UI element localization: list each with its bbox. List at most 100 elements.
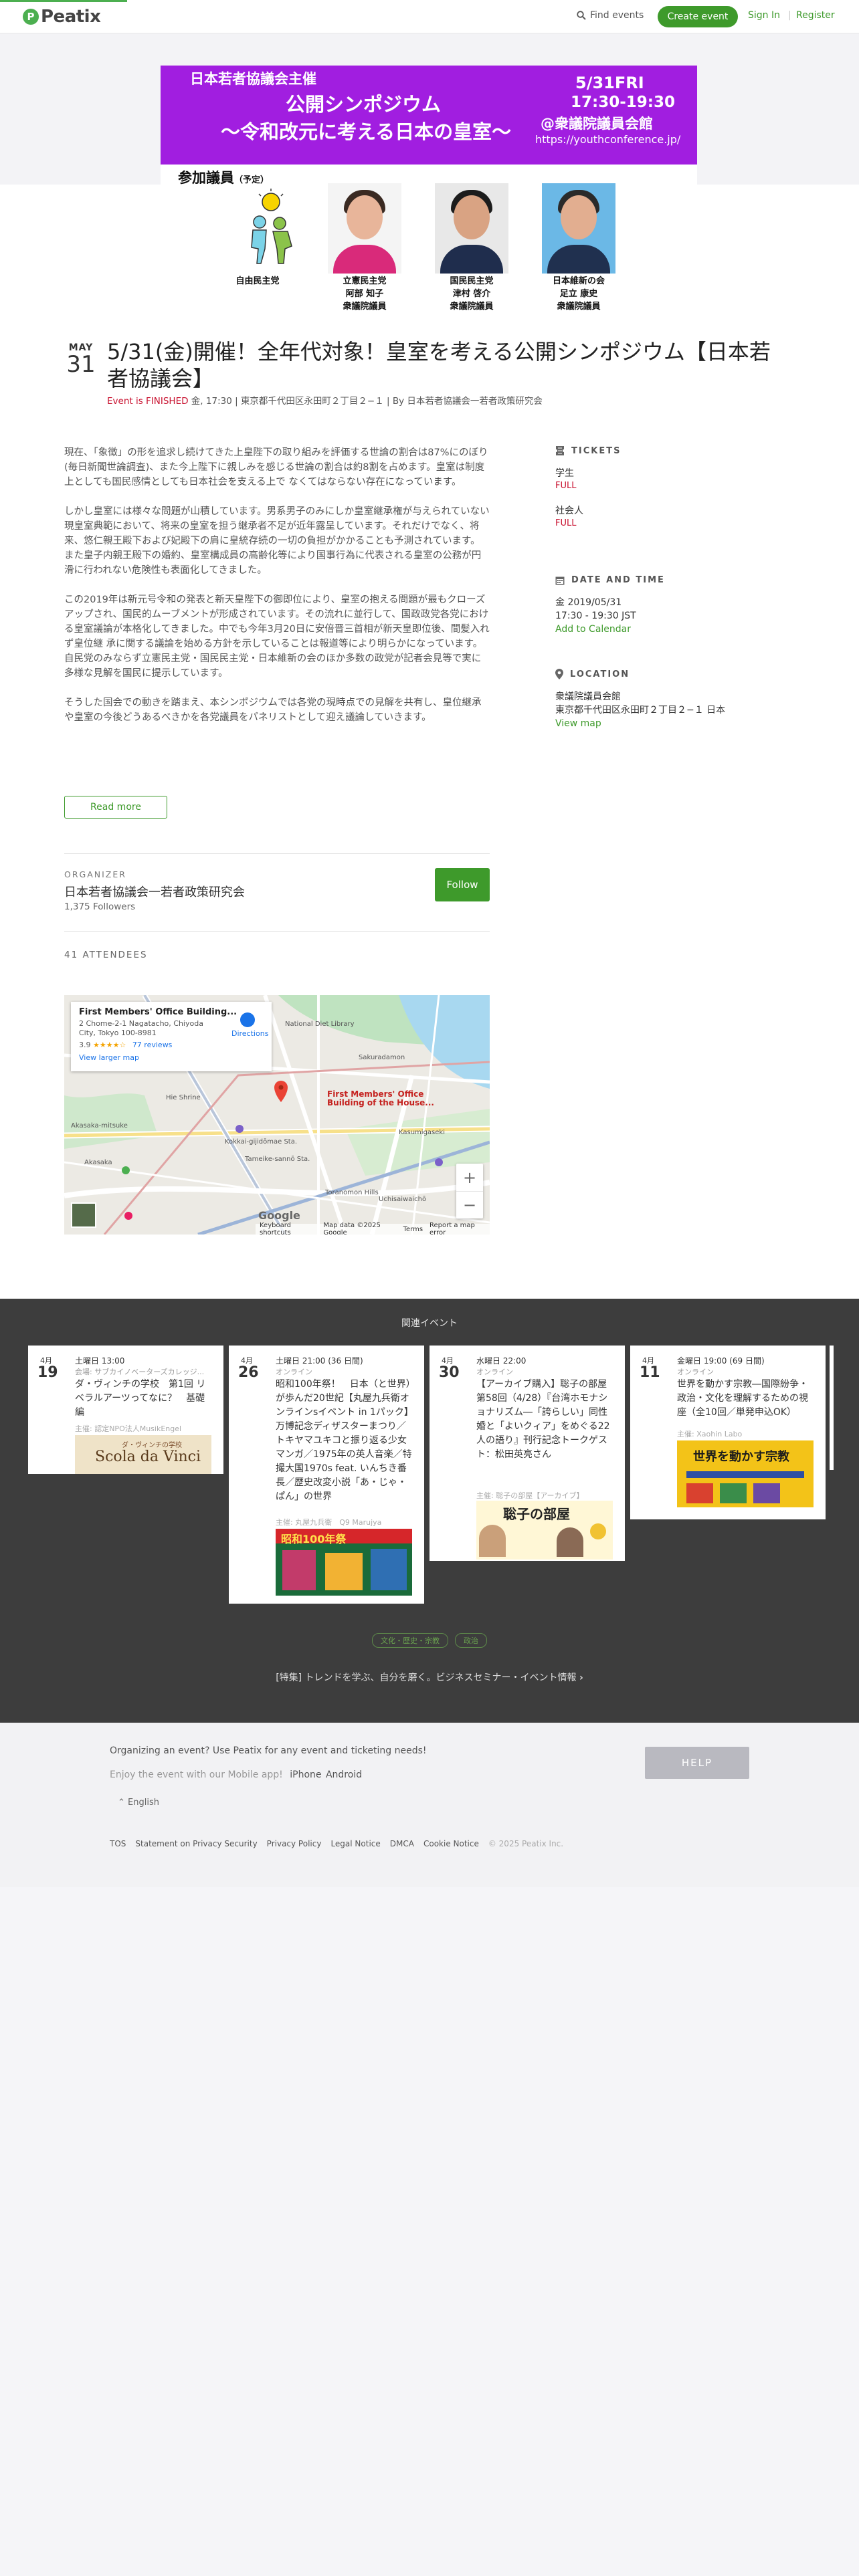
footer-link-tos[interactable]: TOS [110,1839,126,1848]
location-heading: LOCATION [555,669,776,679]
chevron-right-icon: › [579,1673,583,1683]
report-map-error-link[interactable]: Report a map error [430,1222,486,1235]
read-more-button[interactable]: Read more [64,796,167,819]
pin-label-line2: Building of the House... [327,1098,434,1107]
related-events-heading: 関連イベント [401,1318,458,1329]
member-party: 国民民主党 [450,276,494,286]
footer-link-legal-notice[interactable]: Legal Notice [330,1839,380,1848]
related-event-card[interactable]: 4月 19 土曜日 13:00 会場: サブカイノベーターズカレッジ... ダ・… [28,1346,223,1474]
map-place-card: First Members' Office Building... 2 Chom… [71,1002,272,1071]
directions-icon [240,1012,255,1027]
keyboard-shortcuts-link[interactable]: Keyboard shortcuts [260,1222,316,1235]
map-place-label: Kokkai-gijidōmae Sta. [225,1138,298,1146]
member-photo [435,183,508,274]
find-events-label: Find events [590,10,644,21]
card-title: 世界を動かす宗教―国際紛争・政治・文化を理解するための視座（全10回／単発申込O… [677,1379,808,1418]
follow-button[interactable]: Follow [435,868,490,901]
iphone-app-link[interactable]: iPhone [290,1769,321,1780]
card-day: 26 [238,1364,259,1381]
banner-title-line2: ～令和改元に考える日本の皇室～ [221,120,512,143]
map-place-label: Sakuradamon [359,1054,405,1061]
next-card-edge [830,1346,834,1470]
sign-in-link[interactable]: Sign In [748,10,780,21]
ticket-item: 社会人 FULL [555,504,776,530]
map-satellite-toggle[interactable] [71,1202,96,1228]
map-place-label: Hie Shrine [166,1094,201,1101]
view-map-link[interactable]: View map [555,717,776,730]
map-place-label: Kasumigaseki [399,1129,445,1136]
event-banner-image: 日本若者協議会主催 公開シンポジウム ～令和改元に考える日本の皇室～ 5/31F… [161,66,697,326]
ticket-name: 学生 [555,468,574,479]
peatix-logo-icon: P [23,9,39,25]
description-paragraph: しかし皇室には様々な問題が山積しています。男系男子のみにしか皇室継承権が与えられ… [64,506,490,576]
location-section: LOCATION 衆議院議員会館 東京都千代田区永田町２丁目２−１ 日本 Vie… [555,669,776,730]
zoom-in-button[interactable]: + [456,1164,483,1191]
thumbnail-title: 聡子の部屋 [503,1506,570,1522]
description-paragraph: この2019年は新元号令和の発表と新天皇陛下の御即位により、皇室の抱える問題が最… [64,595,490,679]
card-thumbnail: 聡子の部屋 [476,1501,613,1560]
category-tag[interactable]: 文化・歴史・宗教 [372,1633,448,1648]
related-event-card[interactable]: 4月 26 土曜日 21:00 (36 日間) オンライン 昭和100年祭！ 日… [229,1346,424,1604]
thumbnail-title: 世界を動かす宗教 [693,1450,789,1464]
copyright: © 2025 Peatix Inc. [488,1839,564,1848]
footer-link-privacy-policy[interactable]: Privacy Policy [267,1839,322,1848]
banner-organizer: 日本若者協議会主催 [190,71,316,87]
tickets-heading-label: TICKETS [571,445,622,456]
event-finished-status: Event is FINISHED [107,396,189,407]
date-time-heading: DATE AND TIME [555,575,776,585]
card-title: 昭和100年祭！ 日本（と世界）が歩んだ20世紀【丸屋九兵衛オンラインsイベント… [276,1379,413,1502]
card-time: 土曜日 13:00 [75,1356,125,1366]
zoom-out-button[interactable]: − [456,1191,483,1218]
card-thumbnail: 昭和100年祭 [276,1529,412,1596]
category-tag[interactable]: 政治 [455,1633,487,1648]
card-title: 【アーカイブ購入】聡子の部屋第58回（4/28）『台湾ホモナショナリズム―「誇ら… [476,1379,610,1460]
directions-label: Directions [231,1029,269,1038]
help-button[interactable]: HELP [645,1747,749,1779]
rating-value: 3.9 [79,1041,91,1049]
banner-header: 日本若者協議会主催 公開シンポジウム ～令和改元に考える日本の皇室～ 5/31F… [161,66,697,165]
reviews-link[interactable]: 77 reviews [132,1041,173,1049]
card-day: 19 [37,1364,58,1381]
member-ldp: 自由民主党 [207,183,308,288]
footer-link-cookie-notice[interactable]: Cookie Notice [423,1839,479,1848]
mobile-app-text: Enjoy the event with our Mobile app! [110,1769,283,1780]
location-address: 東京都千代田区永田町２丁目２−１ 日本 [555,705,726,716]
find-events-link[interactable]: Find events [577,10,644,21]
description-fade [64,742,490,780]
register-link[interactable]: Register [796,10,835,21]
banner-url: https://youthconference.jp/ [535,133,681,146]
description-paragraph: 現在、「象徴」の形を追求し続けてきた上皇陛下の取り組みを評価する世論の割合は87… [64,447,488,488]
event-date: 金 2019/05/31 [555,597,622,608]
card-day: 30 [439,1364,460,1381]
language-selector[interactable]: ⌃ English [118,1798,159,1808]
card-time: 金曜日 19:00 (69 日間) [677,1356,765,1366]
peatix-logo[interactable]: P Peatix [23,7,101,27]
footer-link-privacy-security[interactable]: Statement on Privacy Security [135,1839,257,1848]
lightbulb-people-illustration [251,189,292,264]
attendees-count[interactable]: 41 ATTENDEES [64,950,148,960]
organizer-promo[interactable]: Organizing an event? Use Peatix for any … [110,1745,427,1756]
event-meta-text: 金, 17:30 | 東京都千代田区永田町２丁目２−１ | By 日本若者協議会… [188,396,543,407]
member-photo [328,183,401,274]
directions-button[interactable]: Directions [231,1012,268,1038]
card-location: 会場: サブカイノベーターズカレッジ... [75,1368,205,1376]
related-event-card[interactable]: 4月 11 金曜日 19:00 (69 日間) オンライン 世界を動かす宗教―国… [630,1346,826,1519]
feature-link-label: [特集] トレンドを学ぶ、自分を磨く。ビジネスセミナー・イベント情報 [276,1673,577,1683]
feature-link[interactable]: [特集] トレンドを学ぶ、自分を磨く。ビジネスセミナー・イベント情報 › [0,1671,859,1684]
location-map[interactable]: National Diet Library Kasumigaseki Akasa… [64,995,490,1235]
organizer-name[interactable]: 日本若者協議会一若者政策研究会 [64,883,245,900]
banner-date: 5/31FRI [575,74,644,92]
member-cdp: 立憲民主党 阿部 知子 衆議院議員 [314,183,415,313]
footer-link-dmca[interactable]: DMCA [390,1839,414,1848]
map-terms-link[interactable]: Terms [403,1226,423,1233]
organizer-followers: 1,375 Followers [64,901,136,912]
android-app-link[interactable]: Android [326,1769,362,1780]
card-time: 水曜日 22:00 [476,1356,527,1366]
view-larger-map-link[interactable]: View larger map [79,1053,264,1062]
description-paragraph: そうした国会での動きを踏まえ、本シンポジウムでは各党の現時点での見解を共有し、皇… [64,697,482,723]
create-event-button[interactable]: Create event [658,6,738,27]
related-event-card[interactable]: 4月 30 水曜日 22:00 オンライン 【アーカイブ購入】聡子の部屋第58回… [430,1346,625,1561]
add-to-calendar-link[interactable]: Add to Calendar [555,623,776,636]
member-dpfp: 国民民主党 津村 啓介 衆議院議員 [421,183,522,313]
card-location: オンライン [677,1368,714,1376]
